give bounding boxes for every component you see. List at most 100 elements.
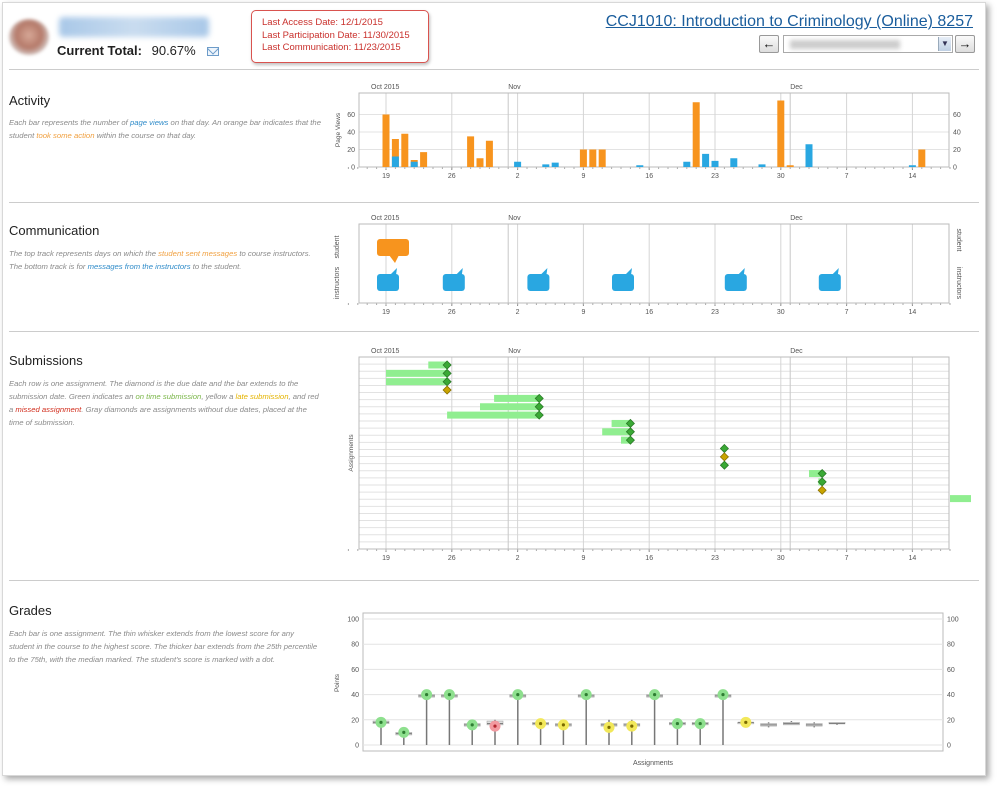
activity-description: Each bar represents the number of page v… — [9, 118, 321, 140]
mail-icon[interactable] — [207, 47, 220, 56]
student-select-value — [790, 40, 900, 49]
month-label: Nov — [508, 348, 521, 355]
action-bar — [485, 140, 493, 167]
y-axis-label: Page Views — [335, 112, 342, 147]
submissions-title: Submissions — [9, 353, 83, 368]
y-axis-label: Points — [334, 673, 341, 692]
month-label: Nov — [508, 84, 521, 91]
action-bar — [589, 149, 597, 167]
grades-title: Grades — [9, 603, 52, 618]
instructor-message-bubble — [377, 274, 399, 291]
student-score-dot — [744, 720, 748, 724]
tick-label: 9 — [581, 555, 585, 562]
student-avatar — [9, 19, 49, 55]
due-diamond — [719, 452, 729, 462]
tick-label: 26 — [448, 309, 456, 316]
course-title-link[interactable]: CCJ1010: Introduction to Criminology (On… — [606, 13, 973, 31]
month-label: Nov — [508, 215, 521, 222]
student-select[interactable]: ▼ — [783, 35, 953, 53]
views-bar — [391, 156, 399, 167]
y-tick-label-right: 60 — [953, 112, 961, 119]
current-total-label: Current Total: — [57, 43, 142, 58]
tick-label: 19 — [382, 309, 390, 316]
tick-label: 30 — [777, 555, 785, 562]
current-total-value: 90.67% — [151, 43, 196, 58]
late-submission-link[interactable]: late submission — [236, 392, 289, 401]
y-tick-label: 60 — [351, 667, 359, 674]
plot-frame — [358, 92, 950, 168]
y-tick-label-right: 0 — [953, 165, 957, 172]
tick-label: 26 — [448, 173, 456, 180]
due-diamond — [719, 460, 729, 470]
student-score-dot — [630, 724, 634, 728]
took-action-link[interactable]: took some action — [36, 131, 94, 140]
action-bar — [918, 149, 926, 167]
views-bar — [410, 161, 418, 167]
action-bar — [382, 114, 390, 167]
activity-chart: Oct 2015 Nov Dec 19 26 2 9 16 23 30 7 14 0 0 20 20 40 40 6… — [335, 84, 961, 180]
month-label: Dec — [790, 84, 803, 91]
track-label-instructors-right: instructors — [955, 267, 962, 300]
student-score-dot — [721, 693, 725, 697]
views-bar — [711, 160, 719, 167]
student-score-dot — [698, 721, 702, 726]
y-tick-label-right: 0 — [947, 743, 951, 750]
views-bar — [805, 144, 813, 167]
month-label: Oct 2015 — [371, 84, 400, 91]
last-participation-date: Last Participation Date: 11/30/2015 — [262, 29, 410, 41]
action-bar — [786, 165, 794, 167]
grades-chart: 0 0 20 20 40 40 60 60 80 80 100 100 Points Assignment… — [334, 612, 959, 767]
tick-label: 23 — [711, 555, 719, 562]
month-label: Dec — [790, 215, 803, 222]
prev-student-button[interactable]: ← — [759, 35, 779, 53]
instructor-messages-link[interactable]: messages from the instructors — [88, 262, 191, 271]
student-score-dot — [584, 693, 588, 697]
student-header: Current Total: 90.67% Last Access Date: … — [3, 3, 987, 69]
analytics-panel: Current Total: 90.67% Last Access Date: … — [2, 2, 986, 776]
views-bar — [542, 164, 550, 167]
page-views-link[interactable]: page views — [130, 118, 168, 127]
next-student-button[interactable]: → — [955, 35, 975, 53]
communication-description: The top track represents days on which t… — [9, 249, 311, 271]
tick-label: 14 — [909, 555, 917, 562]
student-score-dot — [379, 720, 383, 724]
submission-bar — [386, 369, 448, 377]
chevron-down-icon[interactable]: ▼ — [938, 37, 951, 51]
views-bar — [683, 161, 691, 167]
student-score-dot — [653, 693, 657, 697]
student-name[interactable] — [59, 17, 209, 37]
y-tick-label: 60 — [347, 112, 355, 119]
y-tick-label: 100 — [347, 617, 359, 624]
tick-label: 2 — [516, 173, 520, 180]
due-diamond — [719, 443, 729, 454]
student-score-dot — [402, 730, 406, 734]
views-bar — [551, 162, 559, 167]
tick-label: 14 — [909, 173, 917, 180]
submissions-description: Each row is one assignment. The diamond … — [9, 379, 319, 427]
instructor-message-tail — [737, 268, 745, 275]
instructor-message-bubble — [527, 274, 550, 291]
instructor-message-bubble — [612, 274, 634, 291]
missed-assignment-link[interactable]: missed assignment — [15, 405, 81, 414]
student-sent-messages-link[interactable]: student sent messages — [158, 249, 237, 258]
y-tick-label-right: 20 — [953, 147, 961, 154]
x-axis-label: Assignments — [633, 760, 674, 767]
y-tick-label-right: 80 — [947, 642, 955, 649]
tick-label: 19 — [382, 173, 390, 180]
tick-label: 26 — [448, 555, 456, 562]
tick-label: 19 — [382, 555, 390, 562]
student-score-dot — [447, 693, 451, 697]
action-bar — [598, 149, 606, 167]
y-axis-label: Assignments — [348, 434, 355, 472]
y-tick-label: 20 — [351, 717, 359, 724]
instructor-message-bubble — [818, 274, 841, 291]
tick-label: 30 — [777, 173, 785, 180]
communication-chart: Oct 2015 Nov Dec 19 26 2 9 16 23 30 7 14 student inst… — [334, 215, 962, 316]
month-label: Dec — [790, 348, 803, 355]
y-tick-label: 0 — [355, 743, 359, 750]
action-bar — [467, 136, 475, 167]
on-time-link[interactable]: on time submission — [136, 392, 202, 401]
student-score-dot — [493, 724, 497, 728]
submissions-chart: Oct 2015 Nov Dec 19 26 2 9 16 23 30 7 14 Assignments — [347, 348, 971, 562]
track-label-instructors: instructors — [334, 266, 341, 299]
